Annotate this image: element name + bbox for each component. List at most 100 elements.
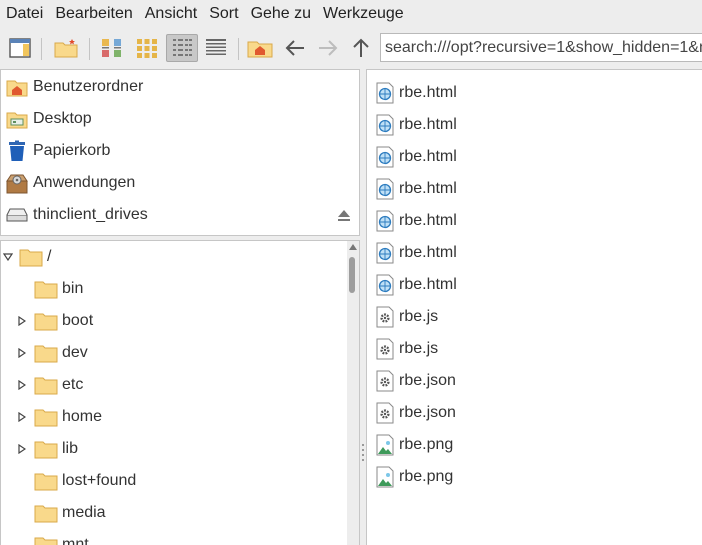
collapsed-arrow-icon[interactable] xyxy=(17,444,27,454)
location-bar[interactable]: search:///opt?recursive=1&show_hidden=1&… xyxy=(380,33,702,62)
file-item[interactable]: rbe.html xyxy=(375,173,457,205)
file-item[interactable]: rbe.html xyxy=(375,237,457,269)
file-item[interactable]: rbe.png xyxy=(375,461,453,493)
applications-icon xyxy=(5,171,29,195)
place-label: Benutzerordner xyxy=(33,78,144,95)
folder-icon xyxy=(34,407,58,427)
scroll-up-icon[interactable] xyxy=(349,244,357,250)
file-name: rbe.png xyxy=(399,436,454,453)
tree-row-media[interactable]: media xyxy=(1,497,106,529)
menu-tools[interactable]: Werkzeuge xyxy=(318,0,409,28)
collapsed-arrow-icon[interactable] xyxy=(17,412,27,422)
menu-bar: Datei Bearbeiten Ansicht Sort Gehe zu We… xyxy=(0,0,702,28)
forward-arrow-icon xyxy=(319,40,338,56)
folder-icon xyxy=(34,439,58,459)
place-label: Desktop xyxy=(33,110,92,127)
image-file-icon xyxy=(375,434,395,456)
new-tab-button[interactable] xyxy=(52,34,80,62)
file-item[interactable]: rbe.html xyxy=(375,109,457,141)
tree-row-home[interactable]: home xyxy=(1,401,102,433)
tree-label: lib xyxy=(62,440,79,457)
toolbar-separator xyxy=(238,38,239,60)
folder-icon xyxy=(34,343,58,363)
file-item[interactable]: rbe.json xyxy=(375,397,456,429)
home-button[interactable] xyxy=(246,34,274,62)
tree-row-mnt[interactable]: mnt xyxy=(1,529,89,545)
html-file-icon xyxy=(375,82,395,104)
collapsed-arrow-icon[interactable] xyxy=(17,348,27,358)
html-file-icon xyxy=(375,210,395,232)
tree-scrollbar[interactable] xyxy=(347,241,359,545)
tree-label: etc xyxy=(62,376,84,393)
back-button[interactable] xyxy=(281,34,309,62)
file-name: rbe.html xyxy=(399,84,457,101)
home-icon xyxy=(247,41,273,58)
file-item[interactable]: rbe.js xyxy=(375,333,438,365)
file-name: rbe.html xyxy=(399,212,457,229)
place-thinclient-drives[interactable]: thinclient_drives xyxy=(1,199,359,231)
file-name: rbe.html xyxy=(399,116,457,133)
compact-view-button[interactable] xyxy=(166,34,198,62)
trash-icon xyxy=(5,139,29,163)
tree-row-boot[interactable]: boot xyxy=(1,305,93,337)
folder-icon xyxy=(34,375,58,395)
html-file-icon xyxy=(375,114,395,136)
tree-row-etc[interactable]: etc xyxy=(1,369,83,401)
compact-view-icon xyxy=(173,39,192,56)
place-desktop[interactable]: Desktop xyxy=(1,103,359,135)
detailed-list-icon xyxy=(206,39,226,55)
html-file-icon xyxy=(375,178,395,200)
home-folder-icon xyxy=(5,75,29,99)
place-label: thinclient_drives xyxy=(33,206,148,223)
new-window-button[interactable] xyxy=(6,34,34,62)
forward-button[interactable] xyxy=(314,34,342,62)
up-button[interactable] xyxy=(347,34,375,62)
collapsed-arrow-icon[interactable] xyxy=(17,380,27,390)
eject-icon[interactable] xyxy=(337,207,351,223)
file-item[interactable]: rbe.png xyxy=(375,429,453,461)
splitter-grip xyxy=(362,454,364,456)
tree-label: lost+found xyxy=(62,472,137,489)
splitter-grip xyxy=(362,444,364,446)
tree-row-lib[interactable]: lib xyxy=(1,433,78,465)
html-file-icon xyxy=(375,274,395,296)
thumbnail-view-button[interactable] xyxy=(133,34,161,62)
menu-edit[interactable]: Bearbeiten xyxy=(50,0,137,28)
icon-view-button[interactable] xyxy=(98,34,126,62)
place-applications[interactable]: Anwendungen xyxy=(1,167,359,199)
file-item[interactable]: rbe.html xyxy=(375,77,457,109)
tree-label: boot xyxy=(62,312,94,329)
places-panel: Benutzerordner Desktop Papierkorb Anwend… xyxy=(0,69,360,236)
list-view-button[interactable] xyxy=(202,34,230,62)
tree-label: mnt xyxy=(62,536,89,545)
menu-sort[interactable]: Sort xyxy=(204,0,243,28)
menu-view[interactable]: Ansicht xyxy=(140,0,202,28)
file-name: rbe.json xyxy=(399,372,456,389)
file-item[interactable]: rbe.json xyxy=(375,365,456,397)
drive-icon xyxy=(5,203,29,227)
menu-file[interactable]: Datei xyxy=(1,0,48,28)
file-name: rbe.json xyxy=(399,404,456,421)
image-file-icon xyxy=(375,466,395,488)
tree-row-dev[interactable]: dev xyxy=(1,337,88,369)
icon-view-icon xyxy=(102,39,121,57)
html-file-icon xyxy=(375,146,395,168)
file-item[interactable]: rbe.html xyxy=(375,141,457,173)
folder-icon xyxy=(34,311,58,331)
file-item[interactable]: rbe.js xyxy=(375,301,438,333)
file-item[interactable]: rbe.html xyxy=(375,269,457,301)
file-item[interactable]: rbe.html xyxy=(375,205,457,237)
scrollbar-thumb[interactable] xyxy=(349,257,355,293)
tree-row-bin[interactable]: bin xyxy=(1,273,83,305)
file-name: rbe.png xyxy=(399,468,454,485)
expanded-arrow-icon[interactable] xyxy=(3,252,13,262)
tree-row-root[interactable]: / xyxy=(1,241,51,273)
tree-row-lost-found[interactable]: lost+found xyxy=(1,465,136,497)
script-file-icon xyxy=(375,306,395,328)
file-name: rbe.js xyxy=(399,340,439,357)
menu-go[interactable]: Gehe zu xyxy=(246,0,316,28)
place-home[interactable]: Benutzerordner xyxy=(1,71,359,103)
script-file-icon xyxy=(375,370,395,392)
place-trash[interactable]: Papierkorb xyxy=(1,135,359,167)
collapsed-arrow-icon[interactable] xyxy=(17,316,27,326)
